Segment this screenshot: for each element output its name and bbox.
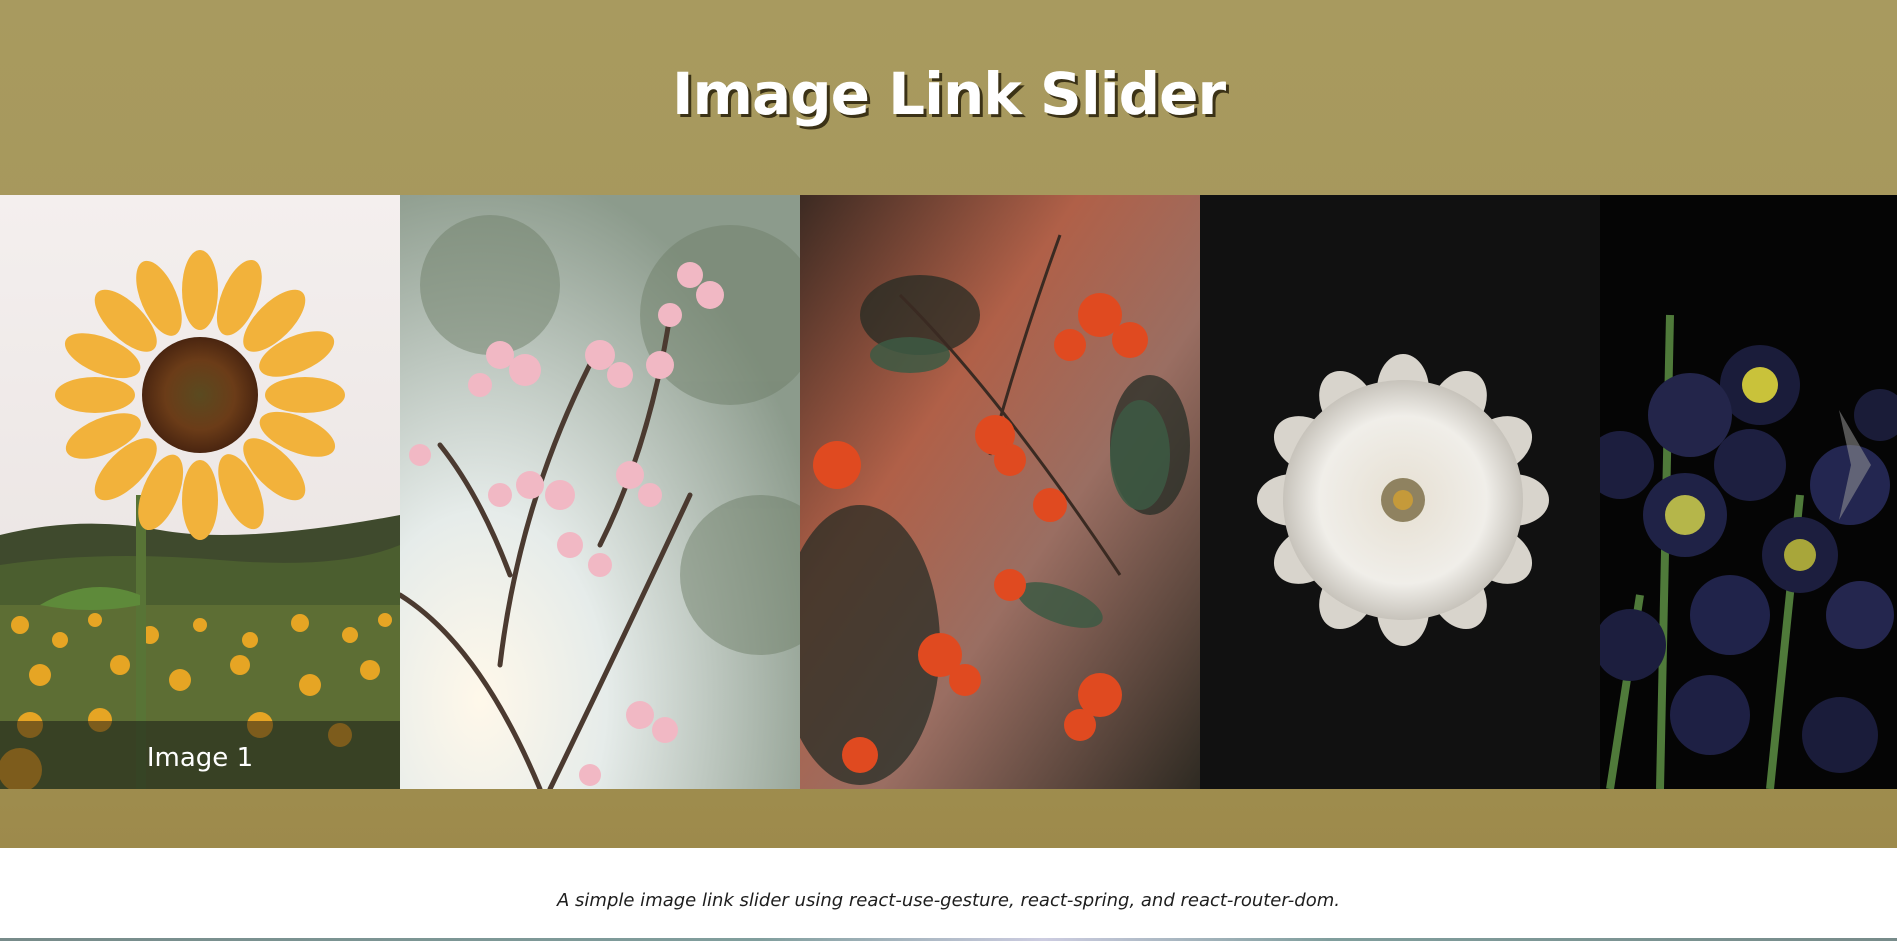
- cherry-blossom-image: [400, 195, 800, 789]
- slide-image-3[interactable]: [800, 195, 1200, 789]
- sunflower-image: [0, 195, 400, 789]
- slide-caption: Image 1: [146, 743, 254, 773]
- slide-image-2[interactable]: [400, 195, 800, 789]
- slide-image-4[interactable]: [1200, 195, 1600, 789]
- page-title: Image Link Slider: [671, 60, 1226, 128]
- image-slider[interactable]: Image 1: [0, 195, 1897, 789]
- slide-image-5[interactable]: [1600, 195, 1897, 789]
- red-berries-image: [800, 195, 1200, 789]
- slide-image-1[interactable]: Image 1: [0, 195, 400, 789]
- white-zinnia-image: [1200, 195, 1600, 789]
- footer: A simple image link slider using react-u…: [0, 848, 1897, 941]
- hero-section: Image Link Slider Image 1: [0, 0, 1897, 848]
- page-subtitle: A simple image link slider using react-u…: [557, 890, 1340, 911]
- chevron-right-icon[interactable]: [1833, 410, 1873, 520]
